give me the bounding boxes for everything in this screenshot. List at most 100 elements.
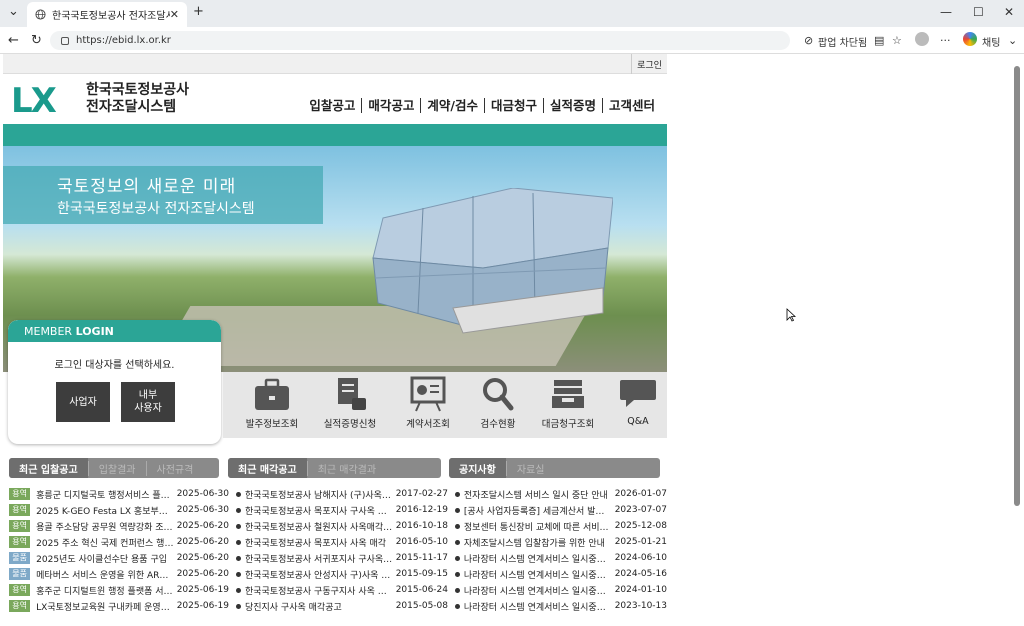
gnb-customer[interactable]: 고객센터 <box>601 98 661 113</box>
tab-pre-spec[interactable]: 사전규격 <box>145 460 204 476</box>
list-item[interactable]: 자체조달시스템 입찰참가를 위한 안내 2025-01-21 <box>455 534 667 550</box>
list-item[interactable]: 나라장터 시스템 연계서비스 일시중단 ... 2024-01-10 <box>455 582 667 598</box>
tab-title: 한국국토정보공사 전자조달시스템 <box>52 11 170 22</box>
quick-contract[interactable]: 계약서조회 <box>391 376 465 430</box>
building-image <box>372 188 613 334</box>
close-tab-icon[interactable]: ✕ <box>170 8 179 21</box>
list-item-date: 2015-05-08 <box>395 601 448 611</box>
list-item-date: 2024-06-10 <box>614 553 667 563</box>
quick-qna[interactable]: Q&A <box>601 376 667 427</box>
list-item-date: 2025-06-30 <box>176 505 229 515</box>
list-item[interactable]: 당진지사 구사옥 매각공고 2015-05-08 <box>236 598 448 614</box>
list-item-title: 전자조달시스템 서비스 일시 중단 안내 <box>463 490 608 501</box>
gnb-performance[interactable]: 실적증명 <box>542 98 602 113</box>
list-item-date: 2016-12-19 <box>395 505 448 515</box>
list-item[interactable]: 나라장터 시스템 연계서비스 일시중단 ... 2024-05-16 <box>455 566 667 582</box>
tab-recent-sales[interactable]: 최근 매각공고 <box>228 458 307 478</box>
list-item[interactable]: 용역 홍릉군 디지털국토 행정서비스 플랫폼... 2025-06-30 <box>9 486 229 502</box>
business-login-button[interactable]: 사업자 <box>56 382 110 422</box>
list-item[interactable]: [공사 사업자등록증] 세금계산서 발급시... 2023-07-07 <box>455 502 667 518</box>
minimize-icon[interactable]: — <box>940 5 952 19</box>
chat-label[interactable]: 채팅 <box>982 34 1000 49</box>
list-item[interactable]: 한국국토정보공사 구동구지사 사옥 매각 2015-06-24 <box>236 582 448 598</box>
bid-list: 용역 홍릉군 디지털국토 행정서비스 플랫폼... 2025-06-30 용역 202… <box>9 486 229 614</box>
list-item[interactable]: 물품 메타버스 서비스 운영을 위한 AR글래... 2025-06-20 <box>9 566 229 582</box>
gnb-bid[interactable]: 입찰공고 <box>303 98 361 113</box>
back-icon[interactable]: ← <box>8 33 19 48</box>
member-login-title: MEMBER LOGIN <box>8 320 221 342</box>
scrollbar-thumb[interactable] <box>1014 66 1020 506</box>
category-badge: 용역 <box>9 584 31 596</box>
profile-avatar[interactable] <box>915 32 929 46</box>
quick-performance[interactable]: 실적증명신청 <box>313 376 387 430</box>
gnb-sale[interactable]: 매각공고 <box>361 98 420 113</box>
list-item-date: 2025-06-30 <box>176 489 229 499</box>
list-item-title: 한국국토정보공사 서귀포지사 구사옥 ... <box>244 554 394 565</box>
list-item[interactable]: 한국국토정보공사 안성지사 구)사옥 매각 2015-09-15 <box>236 566 448 582</box>
favorite-star-icon[interactable]: ☆ <box>892 34 902 47</box>
tab-archive[interactable]: 자료실 <box>505 460 555 476</box>
list-item-title: 한국국토정보공사 목포지사 구사옥 재... <box>244 506 394 517</box>
list-item-title: 한국국토정보공사 목포지사 사옥 매각 <box>244 538 387 549</box>
login-link[interactable]: 로그인 <box>631 54 667 74</box>
popup-blocked-icon[interactable]: ⊘ <box>804 34 813 47</box>
list-item[interactable]: 한국국토정보공사 목포지사 구사옥 재... 2016-12-19 <box>236 502 448 518</box>
quick-inspection[interactable]: 검수현황 <box>461 376 535 430</box>
list-item[interactable]: 한국국토정보공사 철원지사 사옥매각(토... 2016-10-18 <box>236 518 448 534</box>
bullet-icon <box>455 539 460 545</box>
close-window-icon[interactable]: ✕ <box>1004 5 1014 19</box>
new-tab-icon[interactable]: + <box>193 4 204 19</box>
list-item[interactable]: 용역 용골 주소담당 공무원 역량강화 조정... 2025-06-20 <box>9 518 229 534</box>
list-item[interactable]: 한국국토정보공사 남해지사 (구)사옥 매... 2017-02-27 <box>236 486 448 502</box>
list-item[interactable]: 용역 LX국토정보교육원 구내카페 운영자 모... 2025-06-19 <box>9 598 229 614</box>
list-item-title: 나라장터 시스템 연계서비스 일시중단 ... <box>463 602 613 613</box>
list-item[interactable]: 나라장터 시스템 연계서비스 일시중단 ... 2024-06-10 <box>455 550 667 566</box>
gnb-contract[interactable]: 계약/검수 <box>420 98 484 113</box>
gnb-payment[interactable]: 대금청구 <box>483 98 543 113</box>
list-item-title: 자체조달시스템 입찰참가를 위한 안내 <box>463 538 605 549</box>
reader-icon[interactable]: ▤ <box>874 34 884 47</box>
tab-bid-results[interactable]: 입찰결과 <box>87 460 146 476</box>
list-item[interactable]: 용역 2025 주소 혁신 국제 컨퍼런스 행사대... 2025-06-20 <box>9 534 229 550</box>
browser-tab[interactable]: 한국국토정보공사 전자조달시스템 ✕ <box>27 2 187 27</box>
quick-payment[interactable]: 대금청구조회 <box>531 376 605 430</box>
list-item-title: 한국국토정보공사 안성지사 구)사옥 매각 <box>244 570 394 581</box>
internal-login-button[interactable]: 내부 사용자 <box>121 382 175 422</box>
browser-tab-strip: ⌄ 한국국토정보공사 전자조달시스템 ✕ + — ☐ ✕ <box>0 0 1024 27</box>
global-nav: 입찰공고 매각공고 계약/검수 대금청구 실적증명 고객센터 <box>303 98 661 113</box>
tab-notices[interactable]: 공지사항 <box>449 458 506 478</box>
list-item[interactable]: 용역 홍주군 디지털트윈 행정 플랫폼 서비... 2025-06-19 <box>9 582 229 598</box>
tab-list-chevron-icon[interactable]: ⌄ <box>8 4 19 19</box>
teal-bar <box>3 124 667 146</box>
list-item-date: 2015-06-24 <box>395 585 448 595</box>
list-item-title: 나라장터 시스템 연계서비스 일시중단 ... <box>463 586 613 597</box>
maximize-icon[interactable]: ☐ <box>973 5 984 19</box>
tab-recent-bids[interactable]: 최근 입찰공고 <box>9 458 88 478</box>
list-item[interactable]: 한국국토정보공사 목포지사 사옥 매각 2016-05-10 <box>236 534 448 550</box>
list-item[interactable]: 한국국토정보공사 서귀포지사 구사옥 ... 2015-11-17 <box>236 550 448 566</box>
category-badge: 용역 <box>9 520 31 532</box>
quick-order-info[interactable]: 발주정보조회 <box>235 376 309 430</box>
url-field[interactable]: https://ebid.lx.or.kr <box>50 31 790 50</box>
bullet-icon <box>455 587 460 593</box>
refresh-icon[interactable]: ↻ <box>31 33 42 48</box>
list-item-date: 2024-05-16 <box>614 569 667 579</box>
chat-chevron-icon[interactable]: ⌄ <box>1008 34 1017 47</box>
more-menu-icon[interactable]: ··· <box>940 34 951 47</box>
copilot-icon[interactable] <box>963 32 977 46</box>
sale-list: 한국국토정보공사 남해지사 (구)사옥 매... 2017-02-27 한국국토정… <box>236 486 448 614</box>
bullet-icon <box>236 587 241 593</box>
list-item-date: 2025-06-19 <box>176 601 229 611</box>
popup-blocked-label[interactable]: 팝업 차단됨 <box>818 34 867 49</box>
category-badge: 물품 <box>9 552 31 564</box>
list-item[interactable]: 용역 2025 K-GEO Festa LX 홍보부스 제작 ...2025-06… <box>9 502 229 518</box>
list-item[interactable]: 정보센터 통신장비 교체에 따른 서비스 ... 2025-12-08 <box>455 518 667 534</box>
list-item[interactable]: 나라장터 시스템 연계서비스 일시중단 ... 2023-10-13 <box>455 598 667 614</box>
vertical-scrollbar[interactable] <box>1013 56 1021 616</box>
tab-sale-results[interactable]: 최근 매각결과 <box>306 460 386 476</box>
bullet-icon <box>455 603 460 609</box>
notice-board-header: 공지사항 자료실 <box>449 458 660 478</box>
site-logo[interactable]: LX 한국국토정보공사 전자조달시스템 <box>11 82 191 118</box>
list-item[interactable]: 물품 2025년도 사이클선수단 용품 구입 2025-06-20 <box>9 550 229 566</box>
list-item[interactable]: 전자조달시스템 서비스 일시 중단 안내 2026-01-07 <box>455 486 667 502</box>
